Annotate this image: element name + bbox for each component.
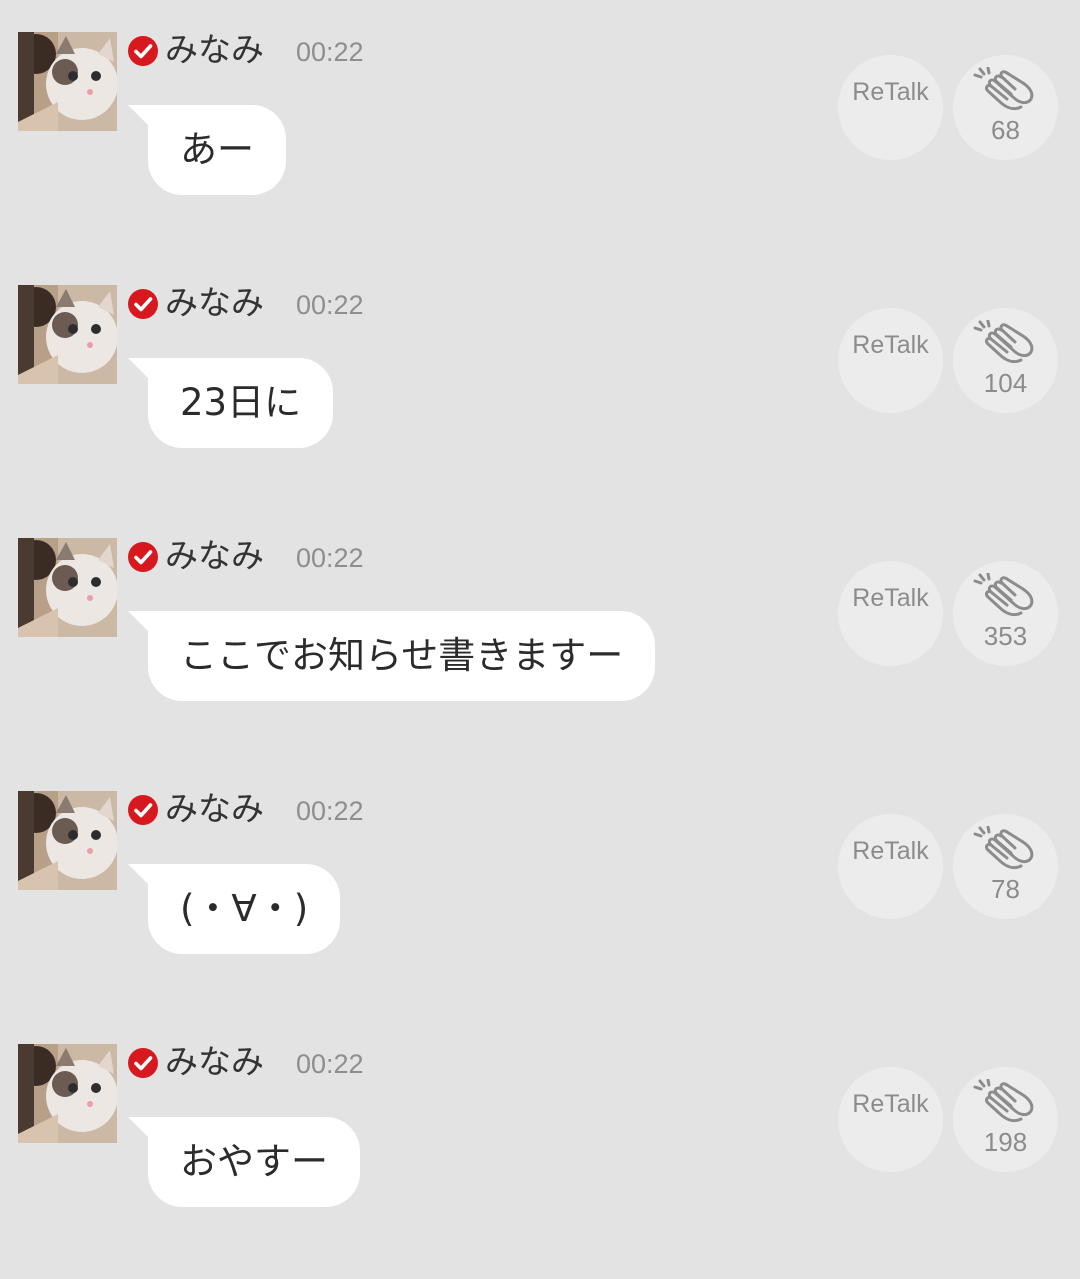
post-timestamp: 00:22 bbox=[296, 796, 364, 826]
clapping-hands-icon bbox=[971, 1079, 1035, 1127]
retalk-button[interactable]: ReTalk bbox=[838, 55, 943, 160]
post-timestamp: 00:22 bbox=[296, 290, 364, 320]
user-name[interactable]: みなみ bbox=[165, 28, 264, 72]
clap-count: 198 bbox=[983, 1127, 1028, 1157]
post-timestamp: 00:22 bbox=[296, 543, 364, 573]
avatar[interactable] bbox=[18, 538, 117, 637]
user-name[interactable]: みなみ bbox=[165, 534, 264, 578]
retalk-button[interactable]: ReTalk bbox=[838, 1067, 943, 1172]
clapping-hands-icon bbox=[971, 320, 1035, 368]
talk-post: みなみ 00:22 (・∀・) ReTalk 78 bbox=[0, 759, 1080, 1012]
retalk-button[interactable]: ReTalk bbox=[838, 814, 943, 919]
retalk-label: ReTalk bbox=[852, 331, 929, 359]
avatar[interactable] bbox=[18, 32, 117, 131]
clap-button[interactable]: 68 bbox=[953, 55, 1058, 160]
clap-button[interactable]: 104 bbox=[953, 308, 1058, 413]
clap-count: 353 bbox=[983, 621, 1028, 651]
user-name[interactable]: みなみ bbox=[165, 787, 264, 831]
retalk-label: ReTalk bbox=[852, 837, 929, 865]
avatar[interactable] bbox=[18, 285, 117, 384]
talk-post: みなみ 00:22 あー ReTalk 68 bbox=[0, 0, 1080, 253]
verified-check-icon bbox=[128, 36, 158, 66]
talk-post: みなみ 00:22 おやすー ReTalk 198 bbox=[0, 1012, 1080, 1265]
message-bubble: (・∀・) bbox=[127, 864, 341, 954]
talk-feed: みなみ 00:22 あー ReTalk 68 みなみ 00:22 23日に Re… bbox=[0, 0, 1080, 1279]
message-bubble: ここでお知らせ書きますー bbox=[127, 611, 656, 701]
clapping-hands-icon bbox=[971, 67, 1035, 115]
clap-button[interactable]: 78 bbox=[953, 814, 1058, 919]
avatar[interactable] bbox=[18, 1044, 117, 1143]
talk-post: みなみ 00:22 23日に ReTalk 104 bbox=[0, 253, 1080, 506]
retalk-label: ReTalk bbox=[852, 78, 929, 106]
talk-post: みなみ 00:22 ここでお知らせ書きますー ReTalk 353 bbox=[0, 506, 1080, 759]
verified-check-icon bbox=[128, 1048, 158, 1078]
retalk-button[interactable]: ReTalk bbox=[838, 308, 943, 413]
clap-button[interactable]: 353 bbox=[953, 561, 1058, 666]
post-timestamp: 00:22 bbox=[296, 1049, 364, 1079]
message-bubble: おやすー bbox=[128, 1117, 360, 1207]
clap-button[interactable]: 198 bbox=[953, 1067, 1058, 1172]
user-name[interactable]: みなみ bbox=[165, 1040, 264, 1084]
clapping-hands-icon bbox=[971, 573, 1035, 621]
post-timestamp: 00:22 bbox=[296, 37, 364, 67]
retalk-label: ReTalk bbox=[852, 584, 929, 612]
verified-check-icon bbox=[128, 795, 158, 825]
retalk-label: ReTalk bbox=[852, 1090, 929, 1118]
verified-check-icon bbox=[128, 542, 158, 572]
user-name[interactable]: みなみ bbox=[165, 281, 264, 325]
retalk-button[interactable]: ReTalk bbox=[838, 561, 943, 666]
verified-check-icon bbox=[128, 289, 158, 319]
clapping-hands-icon bbox=[971, 826, 1035, 874]
clap-count: 68 bbox=[991, 115, 1020, 145]
clap-count: 104 bbox=[983, 368, 1028, 398]
message-bubble: あー bbox=[128, 105, 286, 195]
message-bubble: 23日に bbox=[127, 358, 334, 448]
avatar[interactable] bbox=[18, 791, 117, 890]
clap-count: 78 bbox=[991, 874, 1020, 904]
